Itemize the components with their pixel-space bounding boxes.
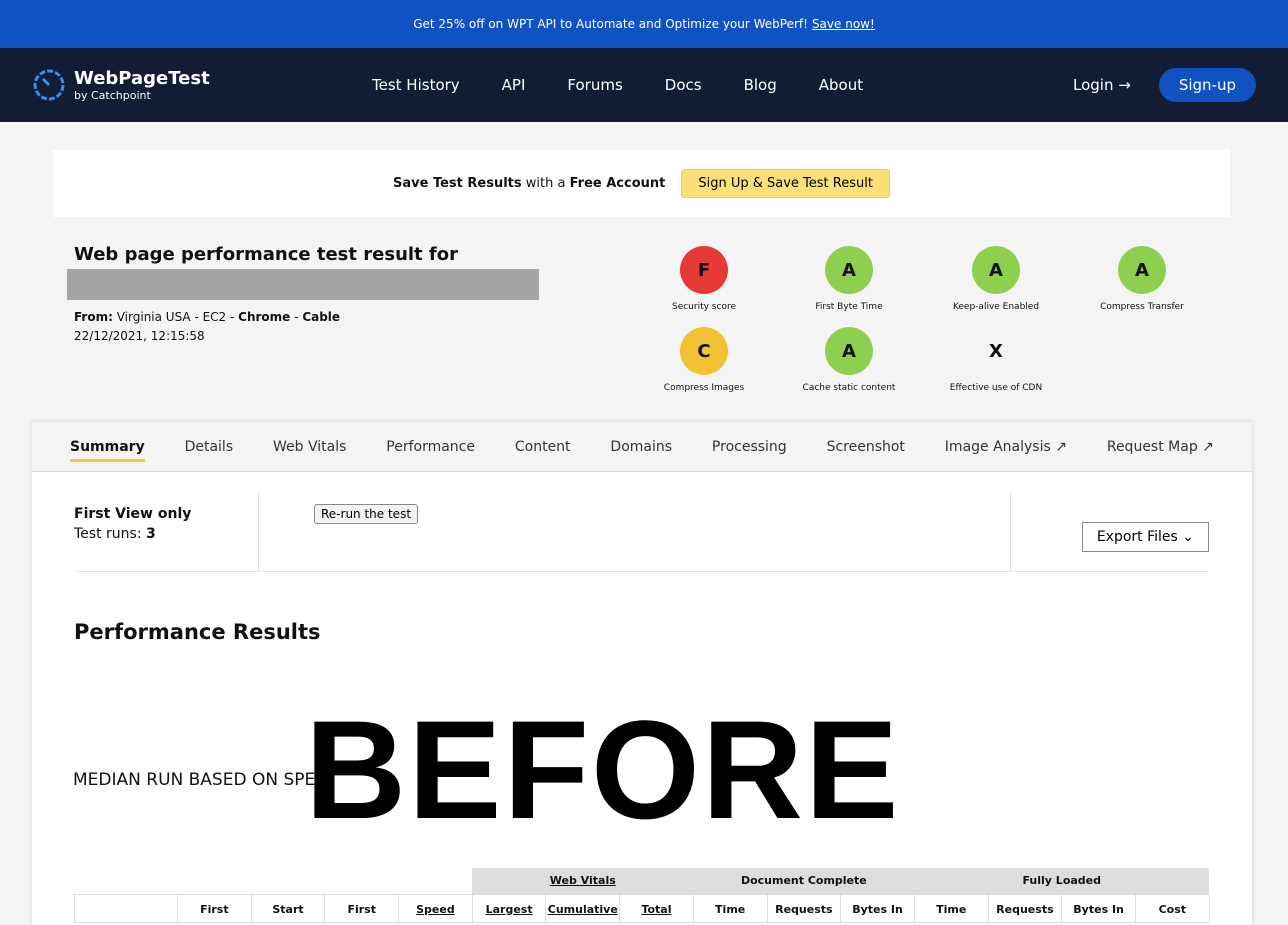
login-link[interactable]: Login → (1073, 76, 1131, 94)
nav-link-docs[interactable]: Docs (665, 76, 702, 94)
grade-badge: A (1118, 246, 1166, 294)
grade-first-byte-time[interactable]: A First Byte Time (779, 246, 919, 312)
column-header (74, 893, 178, 923)
column-header: Bytes In (840, 893, 915, 923)
grade-badge: C (680, 327, 728, 375)
grade-badge: A (972, 246, 1020, 294)
group-fully-loaded: Fully Loaded (914, 868, 1210, 894)
top-nav: WebPageTest by Catchpoint Test History API… (0, 48, 1288, 122)
grade-effective-use-of-cdn[interactable]: X Effective use of CDN (926, 327, 1066, 394)
column-header: First (324, 893, 400, 923)
column-header: Time (692, 893, 768, 923)
speedometer-icon (33, 69, 65, 101)
save-results-bar: Save Test Results with a Free Account Si… (53, 150, 1230, 217)
signup-button[interactable]: Sign-up (1158, 68, 1256, 102)
grade-cache-static-content[interactable]: A Cache static content (779, 327, 919, 393)
tab-details[interactable]: Details (185, 439, 234, 455)
redacted-url (67, 269, 539, 300)
column-header[interactable]: Total (619, 893, 694, 923)
tab-web-vitals[interactable]: Web Vitals (273, 439, 346, 455)
promo-banner: Get 25% off on WPT API to Automate and O… (0, 0, 1288, 48)
results-panel: Summary Details Web Vitals Performance Conte… (32, 422, 1252, 925)
grade-label: Keep-alive Enabled (952, 302, 1040, 312)
tab-screenshot[interactable]: Screenshot (827, 439, 905, 455)
rerun-button[interactable]: Re-run the test (314, 504, 419, 524)
nav-link-blog[interactable]: Blog (744, 76, 777, 94)
median-run-label: MEDIAN RUN BASED ON SPE (73, 770, 316, 790)
column-header: Requests (766, 893, 842, 923)
signup-save-button[interactable]: Sign Up & Save Test Result (681, 169, 890, 198)
grade-label: Effective use of CDN (949, 383, 1043, 393)
tab-bar: Summary Details Web Vitals Performance Conte… (32, 422, 1252, 472)
nav-links: Test History API Forums Docs Blog About (372, 76, 1073, 94)
grade-compress-transfer[interactable]: A Compress Transfer (1072, 246, 1212, 312)
performance-results-heading: Performance Results (74, 620, 321, 644)
column-header[interactable]: Speed (398, 893, 473, 923)
nav-link-forums[interactable]: Forums (567, 76, 622, 94)
column-header[interactable]: Cumulative (545, 893, 621, 923)
tab-request-map[interactable]: Request Map ↗ (1107, 439, 1214, 455)
column-header: Bytes In (1061, 893, 1136, 923)
grade-badge: A (825, 327, 873, 375)
column-header: First (177, 893, 252, 923)
export-files-dropdown[interactable]: Export Files ⌄ (1081, 522, 1209, 552)
before-overlay: BEFORE (305, 691, 901, 848)
summary-bar: First View only Test runs: 3 Re-run the t… (74, 490, 1209, 572)
grade-keep-alive-enabled[interactable]: A Keep-alive Enabled (926, 246, 1066, 312)
view-info: First View only Test runs: 3 (74, 506, 192, 542)
grade-label: First Byte Time (815, 302, 883, 312)
group-web-vitals[interactable]: Web Vitals (472, 868, 694, 894)
test-info: From: Virginia USA - EC2 - Chrome - Cabl… (74, 310, 341, 343)
logo[interactable]: WebPageTest by Catchpoint (32, 68, 372, 102)
grade-label: Compress Images (663, 383, 745, 393)
column-header: Cost (1134, 893, 1210, 923)
tab-processing[interactable]: Processing (712, 439, 787, 455)
grade-compress-images[interactable]: C Compress Images (634, 327, 774, 393)
tab-performance[interactable]: Performance (386, 439, 475, 455)
brand-sub: by Catchpoint (74, 89, 151, 102)
column-header: Requests (987, 893, 1063, 923)
tab-image-analysis[interactable]: Image Analysis ↗ (945, 439, 1067, 455)
nav-link-api[interactable]: API (502, 76, 526, 94)
page-title: Web page performance test result for (74, 244, 458, 265)
column-header: Time (913, 893, 989, 923)
grade-badge: A (825, 246, 873, 294)
nav-link-test-history[interactable]: Test History (372, 76, 460, 94)
results-table: Web Vitals Document Complete Fully Loaded … (74, 868, 1210, 923)
grade-badge: X (989, 340, 1003, 362)
tab-content[interactable]: Content (515, 439, 571, 455)
column-header[interactable]: Largest (471, 893, 547, 923)
save-now-link[interactable]: Save now! (812, 17, 875, 31)
promo-text: Get 25% off on WPT API to Automate and O… (413, 17, 808, 31)
grade-label: Compress Transfer (1100, 302, 1184, 312)
save-text: Save Test Results with a Free Account (393, 176, 666, 191)
grade-badge: F (680, 246, 728, 294)
tab-summary[interactable]: Summary (70, 439, 145, 462)
column-header: Start (250, 893, 326, 923)
grade-label: Security score (671, 302, 736, 312)
grade-security-score[interactable]: F Security score (634, 246, 774, 312)
group-document-complete: Document Complete (693, 868, 915, 894)
brand-name: WebPageTest (74, 68, 210, 89)
tab-domains[interactable]: Domains (610, 439, 672, 455)
nav-link-about[interactable]: About (819, 76, 863, 94)
grade-label: Cache static content (802, 383, 896, 393)
